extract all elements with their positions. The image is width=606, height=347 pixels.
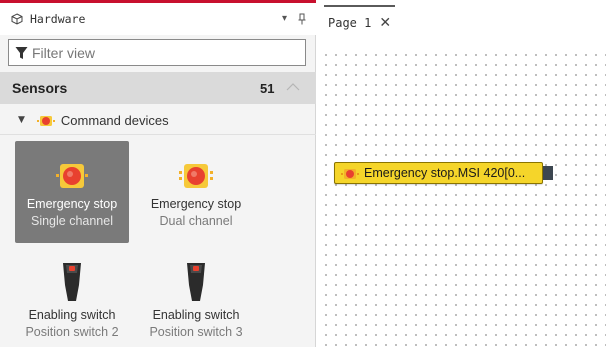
section-header-sensors[interactable]: Sensors 51 — [0, 72, 316, 104]
block-output-port[interactable] — [543, 166, 553, 180]
tile-enabling-switch-3[interactable]: Enabling switch Position switch 3 — [139, 249, 253, 347]
tab-strip: Page 1 ✕ — [317, 0, 606, 46]
tile-title: Emergency stop — [26, 197, 118, 211]
group-command-devices[interactable]: ▼ Command devices — [0, 108, 316, 132]
design-canvas[interactable]: Emergency stop.MSI 420[0... — [317, 46, 606, 347]
tile-title: Enabling switch — [28, 308, 116, 322]
tile-subtitle: Position switch 3 — [149, 325, 243, 339]
enabling-switch-icon — [184, 261, 208, 303]
app-window: Hardware ▾ Sensors 51 — [0, 0, 606, 347]
tile-emergency-stop-dual[interactable]: Emergency stop Dual channel — [139, 141, 253, 243]
expand-arrow-icon[interactable]: ▼ — [18, 115, 25, 125]
hardware-panel: Hardware ▾ Sensors 51 — [0, 0, 316, 347]
close-icon[interactable]: ✕ — [379, 15, 391, 31]
emergency-stop-icon — [36, 114, 55, 126]
tab-page-1[interactable]: Page 1 ✕ — [324, 5, 396, 39]
chevron-up-icon[interactable] — [284, 78, 302, 96]
pin-icon[interactable] — [298, 13, 306, 28]
divider — [0, 134, 316, 135]
tile-subtitle: Position switch 2 — [25, 325, 119, 339]
tile-subtitle: Single channel — [30, 214, 113, 228]
tile-title: Enabling switch — [152, 308, 240, 322]
tile-title: Emergency stop — [150, 197, 242, 211]
funnel-icon — [15, 46, 28, 60]
block-label: Emergency stop.MSI 420[0... — [364, 166, 526, 180]
emergency-stop-dual-icon — [176, 159, 216, 193]
tile-subtitle: Dual channel — [159, 214, 233, 228]
emergency-stop-single-icon — [52, 159, 92, 193]
panel-title: Hardware — [30, 12, 86, 26]
emergency-stop-icon — [341, 167, 359, 179]
panel-header: Hardware ▾ — [0, 3, 316, 35]
tab-label: Page 1 — [328, 16, 372, 30]
group-label: Command devices — [60, 112, 169, 128]
filter-view-input[interactable] — [32, 44, 282, 61]
enabling-switch-icon — [60, 261, 84, 303]
cube-icon — [10, 12, 24, 26]
tile-emergency-stop-single[interactable]: Emergency stop Single channel — [15, 141, 129, 243]
canvas-block-emergency-stop[interactable]: Emergency stop.MSI 420[0... — [334, 162, 543, 184]
tile-enabling-switch-2[interactable]: Enabling switch Position switch 2 — [15, 249, 129, 347]
section-count: 51 — [260, 81, 275, 96]
section-title: Sensors — [12, 80, 68, 96]
panel-menu-dropdown-icon[interactable]: ▾ — [282, 13, 287, 24]
filter-box — [8, 39, 306, 66]
